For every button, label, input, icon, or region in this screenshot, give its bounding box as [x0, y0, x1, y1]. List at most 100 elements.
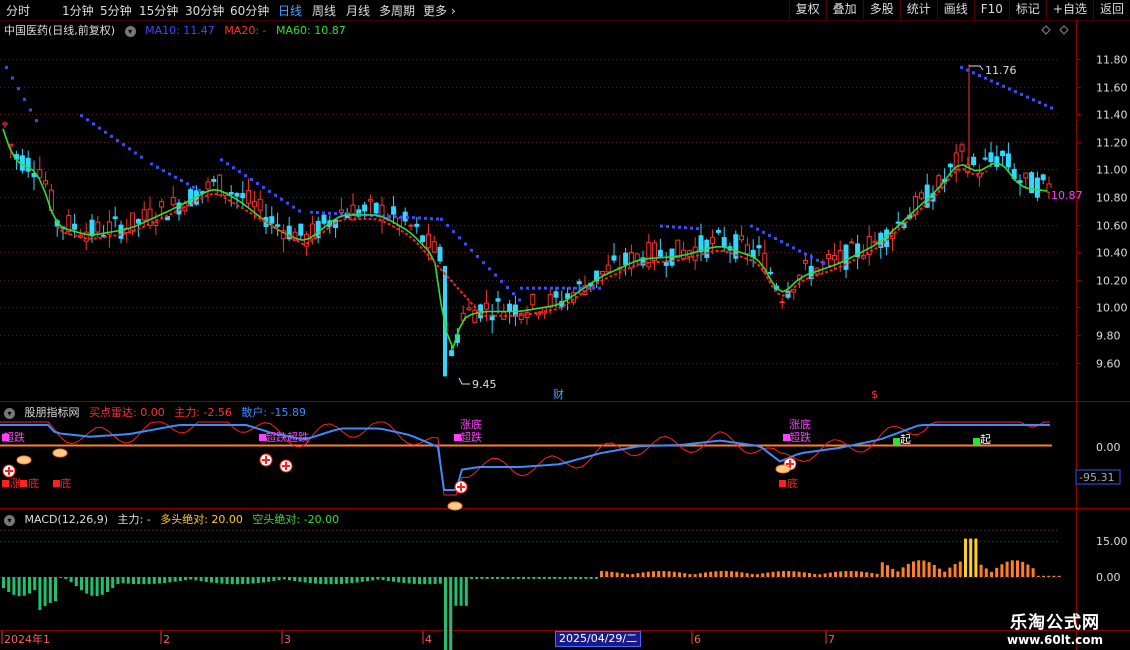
candle-body — [31, 173, 37, 178]
candle-body — [246, 190, 252, 204]
chevron-down-icon[interactable]: ▾ — [124, 25, 136, 37]
candle-body — [466, 307, 472, 311]
period-tab-intraday[interactable]: 分时 — [6, 2, 30, 19]
super-drop-signal: 超跌 — [3, 430, 25, 444]
period-tab-multi[interactable]: 多周期 — [379, 2, 415, 19]
period-tab-more[interactable]: 更多 › — [423, 2, 456, 19]
overlay-button[interactable]: 叠加 — [825, 0, 863, 19]
statistics-button[interactable]: 统计 — [899, 0, 937, 19]
macd-bar — [896, 571, 900, 577]
candle-body — [663, 261, 669, 266]
macd-bar — [142, 577, 146, 585]
period-tab-5min[interactable]: 5分钟 — [100, 2, 132, 19]
candle-body — [159, 201, 165, 208]
price-grid — [0, 59, 1081, 364]
macd-bar — [938, 568, 941, 577]
macd-bar — [709, 571, 713, 577]
candle-body — [385, 217, 391, 221]
period-tab-15min[interactable]: 15分钟 — [139, 2, 178, 19]
chevron-down-icon[interactable]: ▾ — [4, 407, 15, 419]
indicator-chart: 0.00 -95.31 — [0, 421, 1121, 496]
macd-bar — [54, 577, 57, 602]
trend-dot — [1026, 95, 1029, 99]
period-tab-60min[interactable]: 60分钟 — [230, 2, 269, 19]
candle-body — [710, 236, 716, 245]
retail-line — [0, 424, 1050, 491]
period-tab-weekly[interactable]: 周线 — [312, 2, 336, 19]
trend-dot — [756, 227, 759, 231]
draw-line-button[interactable]: 画线 — [936, 0, 974, 19]
candle-body — [315, 220, 321, 239]
trend-dot — [506, 286, 509, 290]
watermark: 乐淘公式网 www.60lt.com — [985, 608, 1125, 647]
trend-dot — [394, 215, 397, 219]
candle-body — [263, 216, 269, 227]
macd-bar — [802, 572, 806, 577]
mark-button[interactable]: 标记 — [1008, 0, 1046, 19]
candle-body — [982, 157, 988, 160]
ma20-line — [56, 167, 988, 318]
period-tab-1min[interactable]: 1分钟 — [62, 2, 94, 19]
macd-bar — [1021, 561, 1025, 577]
macd-bar — [444, 577, 447, 650]
candle-body — [60, 226, 66, 229]
macd-bar — [366, 577, 369, 582]
trend-dot — [262, 185, 265, 189]
candle-body — [623, 252, 629, 265]
candle-body — [588, 282, 594, 287]
macd-bar — [558, 577, 562, 579]
macd-bar — [548, 577, 551, 579]
adjust-button[interactable]: 复权 — [788, 0, 826, 19]
period-tab-daily[interactable]: 日线 — [278, 2, 302, 19]
back-button[interactable]: 返回 — [1092, 0, 1130, 19]
period-tab-monthly[interactable]: 月线 — [346, 2, 370, 19]
candle-body — [350, 204, 356, 221]
candle-body — [2, 122, 8, 126]
trend-dot — [520, 286, 523, 290]
macd-bar — [932, 564, 936, 577]
trend-dot — [972, 71, 975, 75]
candle-body — [19, 155, 25, 171]
candle-body — [8, 143, 14, 147]
candle-body — [356, 209, 362, 217]
bear-abs-label: 空头绝对: -20.00 — [252, 513, 340, 526]
macd-bar — [537, 577, 541, 579]
ma60-label: MA60: 10.87 — [276, 24, 346, 37]
macd-bar — [667, 571, 671, 577]
candle-body — [338, 209, 344, 213]
macd-bar — [64, 577, 68, 579]
macd-bar — [1000, 564, 1004, 577]
macd-bar — [423, 577, 427, 585]
trend-dot — [400, 215, 403, 219]
rise-bottom-signal: 涨底 — [460, 417, 482, 431]
f10-button[interactable]: F10 — [973, 0, 1009, 19]
trend-dot — [512, 292, 515, 296]
macd-bar — [412, 577, 416, 584]
macd-bar — [298, 577, 302, 582]
macd-bar — [454, 577, 458, 606]
period-tab-30min[interactable]: 30分钟 — [185, 2, 224, 19]
multi-stock-button[interactable]: 多股 — [862, 0, 900, 19]
price-tick: 9.80 — [1096, 330, 1121, 343]
price-tick: 10.80 — [1096, 192, 1128, 205]
trend-dot — [352, 213, 355, 217]
candle-body — [205, 181, 211, 190]
macd-bar — [470, 577, 473, 579]
dividend-marker: $ — [871, 388, 878, 401]
macd-bar — [501, 577, 505, 579]
candle-body — [228, 192, 234, 195]
macd-bar — [631, 574, 635, 577]
chevron-down-icon[interactable]: ▾ — [4, 514, 15, 526]
add-watchlist-button[interactable]: +自选 — [1045, 0, 1093, 19]
candle-body — [715, 230, 721, 233]
candle-body — [698, 235, 704, 253]
candle-body — [942, 178, 948, 183]
candle-body — [298, 223, 304, 236]
macd-bar — [849, 571, 853, 577]
candle-body — [1029, 172, 1035, 194]
macd-bar — [1026, 564, 1030, 577]
trend-dot — [412, 216, 415, 220]
trend-dot — [768, 233, 771, 237]
candle-body — [379, 204, 385, 221]
candle-body — [652, 242, 658, 262]
